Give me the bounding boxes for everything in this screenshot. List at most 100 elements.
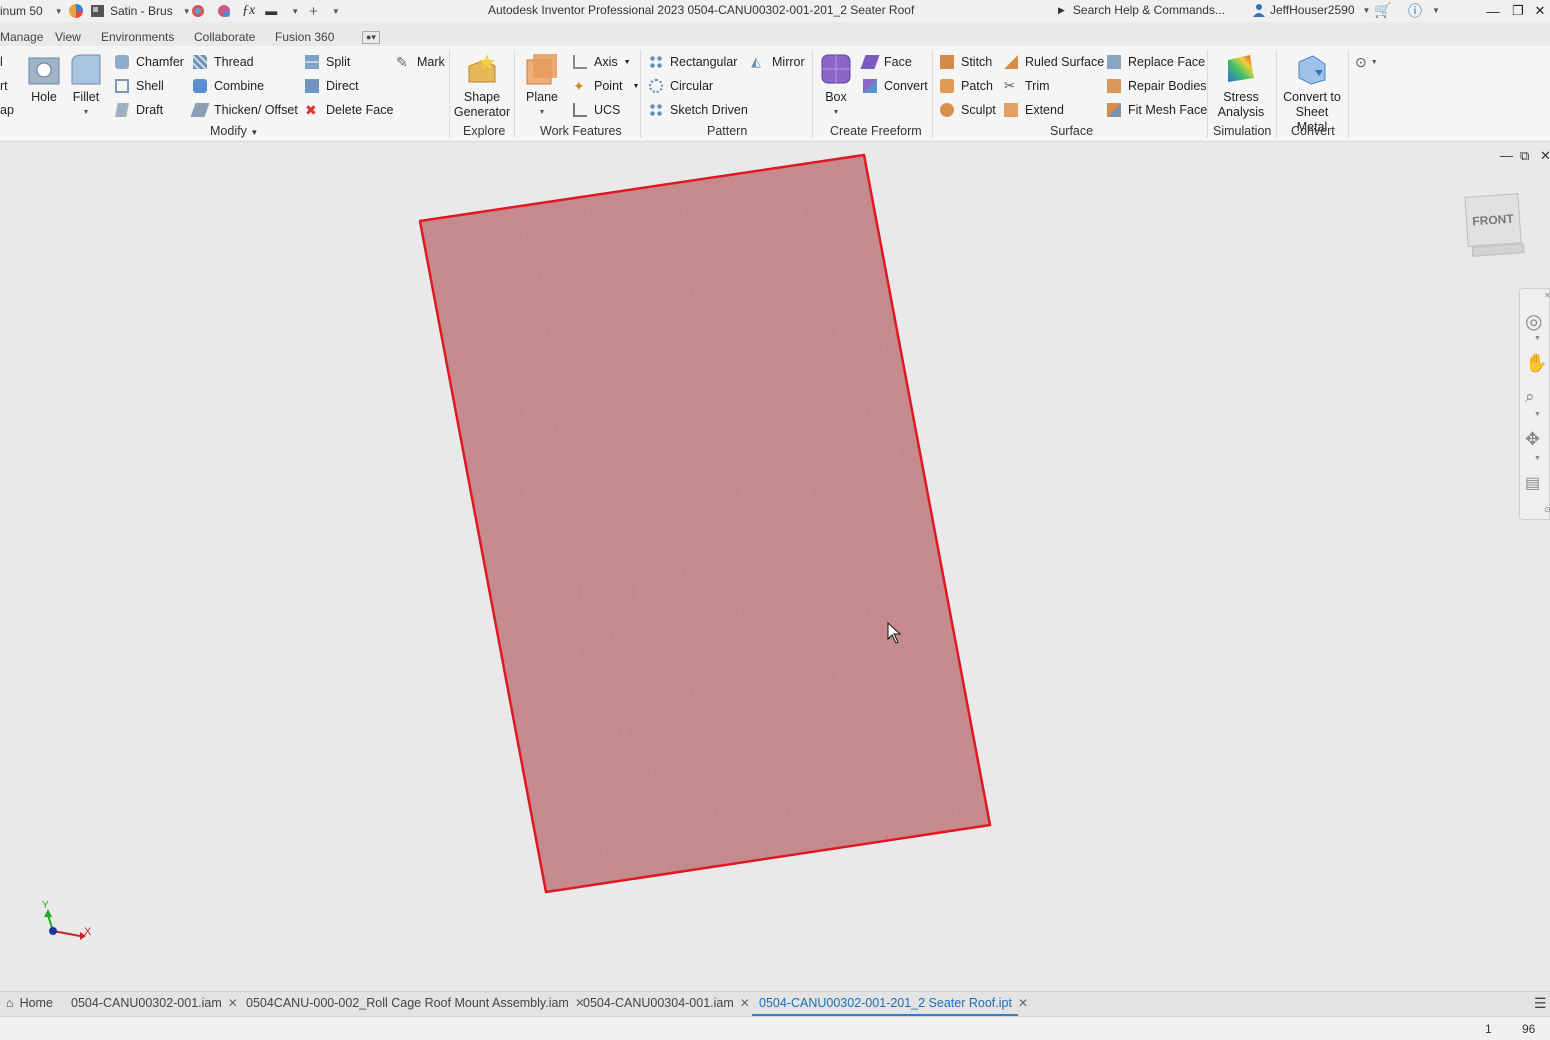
combine-label: Combine: [214, 79, 265, 93]
search-help[interactable]: ▶ Search Help & Commands...: [1058, 3, 1225, 17]
sculpt-button[interactable]: Sculpt: [940, 100, 996, 120]
mirror-button[interactable]: ◭ Mirror: [751, 52, 805, 72]
ruled-surface-button[interactable]: Ruled Surface: [1004, 52, 1104, 72]
minimize-button[interactable]: —: [1480, 0, 1506, 22]
fit-mesh-face-button[interactable]: Fit Mesh Face: [1107, 100, 1207, 120]
patch-button[interactable]: Patch: [940, 76, 993, 96]
axis-button[interactable]: Axis ▼: [573, 52, 631, 72]
view-cube[interactable]: FRONT: [1464, 193, 1525, 257]
draft-button[interactable]: Draft: [115, 100, 163, 120]
chevron-down-icon: ▼: [250, 128, 259, 137]
close-icon[interactable]: ✕: [1018, 996, 1028, 1010]
sketch-driven-button[interactable]: Sketch Driven: [649, 100, 748, 120]
nav-bar-options-icon[interactable]: ⊙: [1544, 505, 1550, 514]
stitch-button[interactable]: Stitch: [940, 52, 992, 72]
close-icon[interactable]: ✕: [228, 996, 238, 1010]
combine-button[interactable]: Combine: [193, 76, 264, 96]
plane-button[interactable]: Plane ▼: [522, 52, 562, 120]
home-tab[interactable]: ⌂ Home: [6, 996, 53, 1010]
tab-fusion-360[interactable]: Fusion 360: [275, 30, 334, 44]
restore-button[interactable]: ❐: [1505, 0, 1531, 22]
close-button[interactable]: ✕: [1530, 0, 1550, 22]
hole-button[interactable]: Hole: [26, 52, 62, 105]
sculpt-label: Sculpt: [961, 103, 996, 117]
appearance-dropdown[interactable]: Satin - Brus ▼: [68, 0, 191, 22]
point-icon: ✦: [573, 78, 585, 94]
user-account[interactable]: JeffHouser2590 ▼: [1252, 3, 1370, 17]
ribbon-partial-item[interactable]: rt: [0, 76, 8, 96]
convert-freeform-button[interactable]: Convert: [863, 76, 928, 96]
shape-generator-button[interactable]: Shape Generator: [454, 52, 510, 120]
adjust-icon[interactable]: [190, 3, 206, 19]
axis-icon: [573, 55, 587, 69]
tab-manage[interactable]: Manage: [0, 30, 43, 44]
box-button[interactable]: Box ▼: [818, 52, 854, 120]
modify-panel-label[interactable]: Modify ▼: [210, 124, 258, 138]
ribbon-partial-item[interactable]: l: [0, 52, 3, 72]
point-button[interactable]: ✦ Point ▼: [573, 76, 639, 96]
ribbon-display-toggle[interactable]: ●▾: [362, 31, 380, 44]
fillet-button[interactable]: Fillet ▼: [68, 52, 104, 120]
split-button[interactable]: Split: [305, 52, 350, 72]
help-icon[interactable]: ⓘ: [1408, 1, 1422, 21]
thread-button[interactable]: Thread: [193, 52, 254, 72]
document-tab[interactable]: 0504-CANU00304-001.iam ✕: [583, 996, 750, 1010]
cart-icon[interactable]: 🛒: [1374, 2, 1391, 19]
steering-wheel-icon[interactable]: ◎: [1525, 309, 1542, 334]
chevron-down-icon[interactable]: ▼: [1534, 335, 1541, 342]
chevron-down-icon[interactable]: ▼: [291, 7, 299, 16]
repair-bodies-button[interactable]: Repair Bodies: [1107, 76, 1207, 96]
thicken-offset-button[interactable]: Thicken/ Offset: [190, 100, 298, 120]
tab-view[interactable]: View: [55, 30, 81, 44]
fx-icon[interactable]: ƒx: [242, 3, 255, 19]
close-icon[interactable]: ✕: [1544, 291, 1550, 300]
add-icon[interactable]: +: [309, 3, 318, 20]
measure-icon[interactable]: ▬: [265, 4, 277, 18]
view-cube-front-face[interactable]: FRONT: [1464, 193, 1522, 247]
ribbon-partial-item[interactable]: ap: [0, 100, 14, 120]
rectangular-pattern-button[interactable]: Rectangular: [649, 52, 737, 72]
color-wheel-icon: [69, 4, 83, 18]
clear-appearance-icon[interactable]: [216, 3, 232, 19]
close-icon[interactable]: ✕: [740, 996, 750, 1010]
ucs-button[interactable]: UCS: [573, 100, 620, 120]
shell-label: Shell: [136, 79, 164, 93]
chamfer-button[interactable]: Chamfer: [115, 52, 184, 72]
face-button[interactable]: Face: [860, 52, 912, 72]
document-tabs: ⌂ Home 0504-CANU00302-001.iam ✕ 0504CANU-0…: [0, 991, 1550, 1016]
ribbon-options-button[interactable]: ⊙ ▼: [1355, 52, 1378, 72]
direct-button[interactable]: Direct: [305, 76, 359, 96]
chevron-down-icon[interactable]: ▼: [55, 7, 63, 16]
mark-button[interactable]: ✎ Mark: [396, 52, 445, 72]
graphics-viewport[interactable]: — ⧉ ✕ X Y FRONT ✕ ◎ ▼ ✋ ⌕ ▼ ✥ ▼ ▤ ⊙: [0, 143, 1550, 991]
view-face-icon[interactable]: ▤: [1525, 473, 1540, 493]
chevron-down-icon: ▼: [1362, 5, 1371, 15]
replace-face-button[interactable]: Replace Face: [1107, 52, 1205, 72]
customize-icon[interactable]: ▼: [332, 7, 340, 16]
document-tab-active[interactable]: 0504-CANU00302-001-201_2 Seater Roof.ipt…: [759, 996, 1028, 1010]
chevron-down-icon[interactable]: ▼: [1534, 411, 1541, 418]
circular-pattern-button[interactable]: Circular: [649, 76, 713, 96]
convert-to-sheet-metal-button[interactable]: Convert to Sheet Metal: [1279, 52, 1345, 135]
delete-face-button[interactable]: ✖ Delete Face: [305, 100, 393, 120]
shell-button[interactable]: Shell: [115, 76, 164, 96]
menu-icon[interactable]: ☰: [1534, 995, 1547, 1012]
extend-button[interactable]: Extend: [1004, 100, 1064, 120]
trim-button[interactable]: ✂ Trim: [1004, 76, 1050, 96]
thread-label: Thread: [214, 55, 254, 69]
zoom-icon[interactable]: ⌕: [1525, 387, 1535, 407]
material-dropdown[interactable]: inum 50 ▼: [0, 0, 63, 22]
pan-hand-icon[interactable]: ✋: [1525, 353, 1547, 374]
orbit-icon[interactable]: ✥: [1525, 429, 1540, 450]
tab-environments[interactable]: Environments: [101, 30, 174, 44]
chevron-down-icon[interactable]: ▼: [1534, 455, 1541, 462]
axis-x-label: X: [84, 926, 92, 938]
document-tab[interactable]: 0504-CANU00302-001.iam ✕: [71, 996, 238, 1010]
stress-analysis-button[interactable]: Stress Analysis: [1214, 52, 1268, 120]
panel-divider: [1207, 50, 1208, 138]
thread-icon: [193, 55, 207, 69]
extend-label: Extend: [1025, 103, 1064, 117]
document-tab[interactable]: 0504CANU-000-002_Roll Cage Roof Mount As…: [246, 996, 585, 1010]
chevron-down-icon[interactable]: ▼: [1432, 6, 1440, 15]
tab-collaborate[interactable]: Collaborate: [194, 30, 255, 44]
